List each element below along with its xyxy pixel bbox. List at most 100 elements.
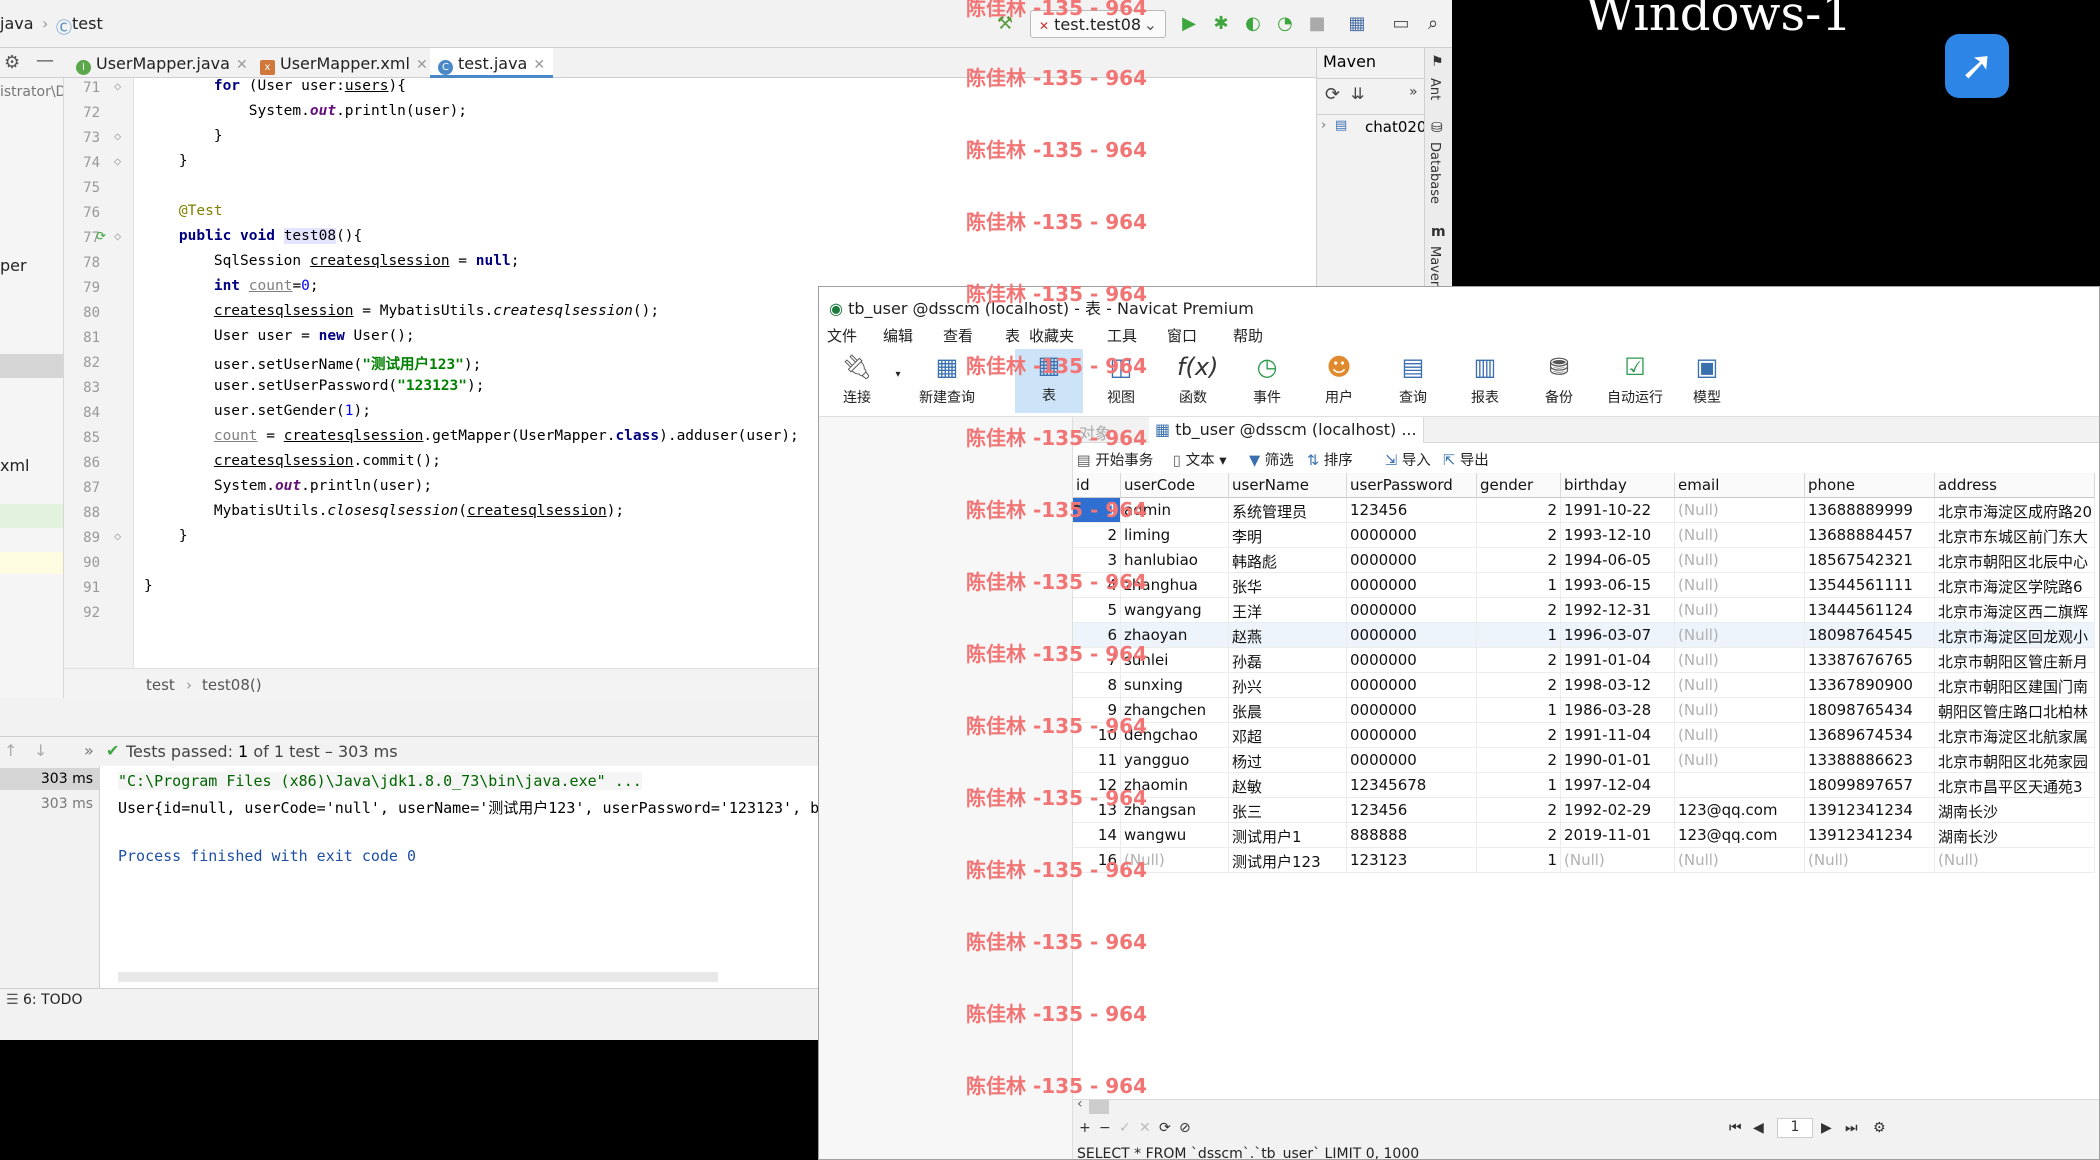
grid-cell-username[interactable]: 邓超 bbox=[1229, 723, 1347, 748]
tab-usermapper-java[interactable]: I UserMapper.java ✕ bbox=[68, 48, 256, 78]
tab-usermapper-xml[interactable]: x UserMapper.xml ✕ bbox=[252, 48, 436, 78]
grid-cell-address[interactable]: 北京市海淀区回龙观小 bbox=[1935, 623, 2095, 648]
model-button[interactable]: ▣ 模型 bbox=[1673, 351, 1741, 407]
close-icon[interactable]: ✕ bbox=[416, 57, 428, 73]
grid-cell-gender[interactable]: 1 bbox=[1477, 623, 1561, 648]
grid-cell-phone[interactable]: 13688884457 bbox=[1805, 523, 1935, 548]
menu-file[interactable]: 文件 bbox=[827, 325, 857, 346]
grid-cell-phone[interactable]: 13688889999 bbox=[1805, 498, 1935, 523]
collapse-icon[interactable]: — bbox=[36, 50, 54, 71]
grid-cell-gender[interactable]: 2 bbox=[1477, 648, 1561, 673]
settings-gear-icon[interactable]: ⚙ bbox=[4, 52, 20, 73]
grid-cell-gender[interactable]: 2 bbox=[1477, 523, 1561, 548]
grid-cell-id[interactable]: 11 bbox=[1073, 748, 1121, 773]
grid-cell-userpassword[interactable]: 0000000 bbox=[1347, 573, 1477, 598]
grid-cell-userpassword[interactable]: 0000000 bbox=[1347, 623, 1477, 648]
event-button[interactable]: ◷ 事件 bbox=[1233, 351, 1301, 407]
grid-cell-gender[interactable]: 1 bbox=[1477, 573, 1561, 598]
grid-cell-email[interactable]: (Null) bbox=[1675, 573, 1805, 598]
grid-cell-phone[interactable]: 13912341234 bbox=[1805, 798, 1935, 823]
grid-cell-gender[interactable]: 1 bbox=[1477, 773, 1561, 798]
grid-cell-address[interactable]: 湖南长沙 bbox=[1935, 823, 2095, 848]
grid-cell-birthday[interactable]: 1990-01-01 bbox=[1561, 748, 1675, 773]
build-hammer-icon[interactable]: ⚒ bbox=[994, 13, 1016, 35]
grid-cell-birthday[interactable]: 1992-12-31 bbox=[1561, 598, 1675, 623]
grid-cell-phone[interactable]: 13444561124 bbox=[1805, 598, 1935, 623]
grid-cell-usercode[interactable]: (Null) bbox=[1121, 848, 1229, 873]
grid-cell-usercode[interactable]: zhaoyan bbox=[1121, 623, 1229, 648]
grid-cell-address[interactable]: 朝阳区管庄路口北柏林 bbox=[1935, 698, 2095, 723]
grid-cell-username[interactable]: 赵敏 bbox=[1229, 773, 1347, 798]
grid-cell-address[interactable]: (Null) bbox=[1935, 848, 2095, 873]
text-button[interactable]: ▯ 文本 ▾ bbox=[1173, 449, 1226, 470]
grid-cell-email[interactable]: (Null) bbox=[1675, 523, 1805, 548]
add-record-icon[interactable]: + bbox=[1079, 1120, 1091, 1136]
grid-cell-address[interactable]: 北京市海淀区北航家属 bbox=[1935, 723, 2095, 748]
breadcrumb-java[interactable]: java bbox=[0, 14, 34, 33]
grid-cell-userpassword[interactable]: 123456 bbox=[1347, 498, 1477, 523]
connect-button[interactable]: 🔌︎ 连接 bbox=[823, 351, 891, 407]
grid-cell-gender[interactable]: 2 bbox=[1477, 823, 1561, 848]
sort-button[interactable]: ⇅ 排序 bbox=[1307, 449, 1353, 470]
menu-window[interactable]: 窗口 bbox=[1167, 325, 1197, 346]
query-button[interactable]: ▤ 查询 bbox=[1379, 351, 1447, 407]
grid-cell-usercode[interactable]: sunxing bbox=[1121, 673, 1229, 698]
grid-cell-birthday[interactable]: 1992-02-29 bbox=[1561, 798, 1675, 823]
todo-tab[interactable]: 6: TODO bbox=[23, 992, 82, 1008]
menu-favorites[interactable]: 收藏夹 bbox=[1029, 325, 1074, 346]
refresh-icon[interactable]: ⟳ bbox=[1159, 1120, 1171, 1136]
grid-cell-id[interactable]: 8 bbox=[1073, 673, 1121, 698]
grid-cell-address[interactable]: 北京市海淀区学院路6 bbox=[1935, 573, 2095, 598]
grid-cell-phone[interactable]: 13367890900 bbox=[1805, 673, 1935, 698]
grid-cell-usercode[interactable]: admin bbox=[1121, 498, 1229, 523]
grid-cell-gender[interactable]: 2 bbox=[1477, 598, 1561, 623]
grid-cell-usercode[interactable]: zhangsan bbox=[1121, 798, 1229, 823]
grid-cell-address[interactable]: 北京市东城区前门东大 bbox=[1935, 523, 2095, 548]
column-header-email[interactable]: email bbox=[1675, 473, 1805, 498]
grid-cell-id[interactable]: 5 bbox=[1073, 598, 1121, 623]
column-header-birthday[interactable]: birthday bbox=[1561, 473, 1675, 498]
grid-cell-email[interactable]: (Null) bbox=[1675, 648, 1805, 673]
grid-cell-gender[interactable]: 2 bbox=[1477, 748, 1561, 773]
fold-marker-icon[interactable]: ◇ bbox=[114, 79, 121, 93]
profile-icon[interactable]: ◔ bbox=[1274, 13, 1296, 35]
project-structure-icon[interactable]: ▦ bbox=[1346, 13, 1368, 35]
grid-cell-phone[interactable]: 13388886623 bbox=[1805, 748, 1935, 773]
stop-icon[interactable]: ■ bbox=[1306, 13, 1328, 35]
grid-cell-userpassword[interactable]: 123456 bbox=[1347, 798, 1477, 823]
prev-page-icon[interactable]: ◀ bbox=[1753, 1120, 1764, 1136]
grid-cell-id[interactable]: 13 bbox=[1073, 798, 1121, 823]
export-button[interactable]: ⇱ 导出 bbox=[1443, 449, 1489, 470]
grid-cell-email[interactable]: 123@qq.com bbox=[1675, 798, 1805, 823]
tab-test-java[interactable]: Ctest.java ✕ bbox=[430, 48, 554, 78]
refresh-icon[interactable]: ⟳ bbox=[1325, 84, 1340, 105]
column-header-userpassword[interactable]: userPassword bbox=[1347, 473, 1477, 498]
fold-marker-icon[interactable]: ◇ bbox=[114, 154, 121, 168]
close-icon[interactable]: ✕ bbox=[533, 57, 545, 73]
import-button[interactable]: ⇲ 导入 bbox=[1385, 449, 1431, 470]
grid-cell-userpassword[interactable]: 123123 bbox=[1347, 848, 1477, 873]
grid-cell-gender[interactable]: 1 bbox=[1477, 698, 1561, 723]
grid-cell-phone[interactable]: 13912341234 bbox=[1805, 823, 1935, 848]
grid-cell-phone[interactable]: 18098765434 bbox=[1805, 698, 1935, 723]
grid-cell-email[interactable]: (Null) bbox=[1675, 548, 1805, 573]
console-output[interactable]: "C:\Program Files (x86)\Java\jdk1.8.0_73… bbox=[100, 766, 820, 988]
grid-cell-id[interactable]: 14 bbox=[1073, 823, 1121, 848]
grid-cell-username[interactable]: 王洋 bbox=[1229, 598, 1347, 623]
tab-objects[interactable]: 对象 bbox=[1079, 420, 1111, 444]
menu-edit[interactable]: 编辑 bbox=[883, 325, 913, 346]
grid-cell-id[interactable]: 7 bbox=[1073, 648, 1121, 673]
horizontal-scrollbar-thumb[interactable] bbox=[1089, 1100, 1109, 1114]
automation-button[interactable]: ☑ 自动运行 bbox=[1595, 351, 1675, 407]
grid-cell-username[interactable]: 张三 bbox=[1229, 798, 1347, 823]
grid-cell-phone[interactable]: 13689674534 bbox=[1805, 723, 1935, 748]
grid-cell-username[interactable]: 系统管理员 bbox=[1229, 498, 1347, 523]
discard-icon[interactable]: ✕ bbox=[1139, 1120, 1151, 1136]
new-query-button[interactable]: ▦ 新建查询 bbox=[907, 351, 987, 407]
grid-cell-usercode[interactable]: zhangchen bbox=[1121, 698, 1229, 723]
scroll-left-icon[interactable]: ‹ bbox=[1077, 1096, 1083, 1112]
grid-cell-username[interactable]: 测试用户123 bbox=[1229, 848, 1347, 873]
grid-cell-birthday[interactable]: 1991-10-22 bbox=[1561, 498, 1675, 523]
grid-cell-username[interactable]: 测试用户1 bbox=[1229, 823, 1347, 848]
grid-cell-userpassword[interactable]: 0000000 bbox=[1347, 748, 1477, 773]
